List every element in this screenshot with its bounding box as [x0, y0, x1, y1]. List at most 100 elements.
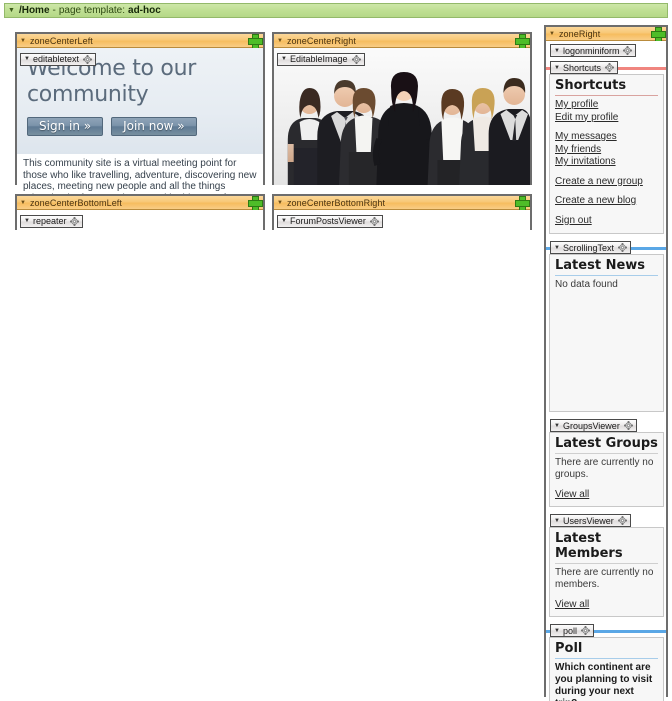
widget-chip-scrollingtext[interactable]: ▼ ScrollingText: [550, 241, 631, 254]
page-root: ▼ /Home - page template: ad-hoc ▼ zoneCe…: [0, 0, 672, 701]
chevron-down-icon[interactable]: ▼: [554, 65, 560, 71]
add-widget-icon[interactable]: [515, 34, 530, 49]
chevron-down-icon[interactable]: ▼: [277, 200, 283, 206]
users-empty-text: There are currently no members.: [555, 567, 654, 590]
widget-chip-label: poll: [562, 625, 577, 636]
widget-logonminiform[interactable]: ▼ logonminiform: [546, 43, 666, 60]
zone-center-left-header[interactable]: ▼ zoneCenterLeft: [17, 34, 263, 49]
gear-icon[interactable]: [617, 243, 627, 252]
page-template-name: ad-hoc: [128, 5, 161, 16]
chevron-down-icon[interactable]: ▼: [554, 628, 560, 634]
gear-icon[interactable]: [351, 54, 361, 64]
breadcrumb-path[interactable]: /Home: [19, 5, 50, 16]
users-view-all-link[interactable]: View all: [555, 599, 589, 610]
zone-center-bottom-left-header[interactable]: ▼ zoneCenterBottomLeft: [17, 196, 263, 211]
shortcuts-heading: Shortcuts: [555, 78, 658, 96]
chevron-down-icon[interactable]: ▼: [554, 245, 560, 251]
add-widget-icon[interactable]: [248, 34, 263, 49]
chevron-down-icon[interactable]: ▼: [549, 31, 555, 37]
widget-chip-editabletext[interactable]: ▼ editabletext: [20, 52, 96, 66]
add-widget-icon[interactable]: [248, 196, 263, 211]
widget-chip-forumpostsviewer[interactable]: ▼ ForumPostsViewer: [277, 214, 383, 228]
editableimage-widget-chip-wrap: ▼ EditableImage: [277, 51, 365, 66]
zone-right[interactable]: ▼ zoneRight ▼ logonminiform ▼ Shortcuts …: [544, 25, 668, 701]
widget-chip-logonminiform[interactable]: ▼ logonminiform: [550, 44, 637, 57]
shortcuts-panel: Shortcuts My profile Edit my profile My …: [549, 74, 664, 234]
chevron-down-icon[interactable]: ▼: [554, 423, 560, 429]
widget-chip-label: editabletext: [32, 54, 79, 64]
zone-center-bottom-right[interactable]: ▼ zoneCenterBottomRight ▼ ForumPostsView…: [272, 194, 532, 230]
welcome-buttons: Sign in » Join now »: [17, 108, 263, 136]
users-panel: Latest Members There are currently no me…: [549, 527, 664, 617]
widget-chip-shortcuts[interactable]: ▼ Shortcuts: [550, 61, 618, 74]
chevron-down-icon[interactable]: ▼: [24, 56, 30, 62]
widget-groupsviewer[interactable]: ▼ GroupsViewer Latest Groups There are c…: [546, 418, 666, 507]
zone-center-bottom-right-body: ▼ ForumPostsViewer: [274, 210, 530, 230]
chevron-down-icon[interactable]: ▼: [281, 56, 287, 62]
breadcrumb-bar[interactable]: ▼ /Home - page template: ad-hoc: [4, 3, 668, 18]
zone-right-body: ▼ logonminiform ▼ Shortcuts Shortcuts My…: [546, 41, 666, 701]
widget-chip-label: ForumPostsViewer: [289, 216, 366, 226]
page-template-label: page template:: [58, 5, 126, 16]
link-my-messages[interactable]: My messages: [555, 131, 658, 144]
widget-chip-label: EditableImage: [289, 54, 348, 64]
chevron-down-icon[interactable]: ▼: [24, 218, 30, 224]
join-now-button[interactable]: Join now »: [111, 116, 197, 136]
gear-icon[interactable]: [604, 63, 614, 72]
widget-chip-usersviewer[interactable]: ▼ UsersViewer: [550, 514, 631, 527]
widget-chip-label: Shortcuts: [562, 62, 601, 73]
add-widget-icon[interactable]: [515, 196, 530, 211]
chevron-down-icon[interactable]: ▼: [554, 518, 560, 524]
gear-icon[interactable]: [369, 216, 379, 226]
zone-center-bottom-right-header[interactable]: ▼ zoneCenterBottomRight: [274, 196, 530, 211]
link-my-profile[interactable]: My profile: [555, 99, 658, 112]
poll-question: Which continent are you planning to visi…: [555, 662, 653, 701]
zone-center-left[interactable]: ▼ zoneCenterLeft Welcome to our communit…: [15, 32, 265, 215]
zone-center-bottom-left[interactable]: ▼ zoneCenterBottomLeft ▼ repeater: [15, 194, 265, 230]
gear-icon[interactable]: [623, 421, 633, 430]
widget-chip-groupsviewer[interactable]: ▼ GroupsViewer: [550, 419, 637, 432]
editable-image-photo: [274, 48, 530, 185]
widget-chip-repeater[interactable]: ▼ repeater: [20, 214, 84, 228]
gear-icon[interactable]: [623, 46, 633, 55]
latest-news-heading: Latest News: [555, 258, 658, 276]
gear-icon[interactable]: [617, 516, 627, 525]
zone-center-right[interactable]: ▼ zoneCenterRight ▼ EditableImage: [272, 32, 532, 185]
widget-chip-label: UsersViewer: [562, 515, 614, 526]
link-sign-out[interactable]: Sign out: [555, 215, 658, 228]
link-create-a-new-group[interactable]: Create a new group: [555, 176, 658, 189]
widget-chip-poll[interactable]: ▼ poll: [550, 624, 594, 637]
link-create-a-new-blog[interactable]: Create a new blog: [555, 195, 658, 208]
link-my-invitations[interactable]: My invitations: [555, 156, 658, 169]
breadcrumb-separator: -: [52, 5, 56, 16]
add-widget-icon[interactable]: [651, 27, 666, 42]
gear-icon[interactable]: [83, 54, 92, 64]
widget-usersviewer[interactable]: ▼ UsersViewer Latest Members There are c…: [546, 513, 666, 617]
widget-chip-editableimage[interactable]: ▼ EditableImage: [277, 52, 365, 66]
widget-scrollingtext[interactable]: ▼ ScrollingText Latest News No data foun…: [546, 240, 666, 412]
zone-right-header[interactable]: ▼ zoneRight: [546, 27, 666, 42]
chevron-down-icon[interactable]: ▼: [277, 38, 283, 44]
sign-in-button[interactable]: Sign in »: [27, 116, 104, 136]
scrollingtext-panel: Latest News No data found: [549, 254, 664, 412]
gear-icon[interactable]: [70, 216, 80, 226]
chevron-down-icon[interactable]: ▼: [20, 200, 26, 206]
widget-poll[interactable]: ▼ poll Poll Which continent are you plan…: [546, 623, 666, 701]
widget-chip-label: GroupsViewer: [562, 420, 620, 431]
gear-icon[interactable]: [580, 626, 590, 635]
zone-right-title: zoneRight: [558, 28, 601, 39]
link-edit-my-profile[interactable]: Edit my profile: [555, 112, 658, 125]
chevron-down-icon[interactable]: ▼: [20, 38, 26, 44]
latest-news-empty-text: No data found: [555, 279, 618, 290]
chevron-down-icon[interactable]: ▼: [281, 218, 287, 224]
groups-view-all-link[interactable]: View all: [555, 489, 589, 500]
zone-center-right-header[interactable]: ▼ zoneCenterRight: [274, 34, 530, 49]
chevron-down-icon[interactable]: ▼: [8, 7, 15, 14]
link-my-friends[interactable]: My friends: [555, 144, 658, 157]
zone-center-right-title: zoneCenterRight: [286, 35, 356, 46]
widget-chip-label: logonminiform: [562, 45, 620, 56]
widget-shortcuts[interactable]: ▼ Shortcuts Shortcuts My profile Edit my…: [546, 60, 666, 234]
widget-chip-label: ScrollingText: [562, 242, 614, 253]
chevron-down-icon[interactable]: ▼: [554, 48, 560, 54]
poll-panel: Poll Which continent are you planning to…: [549, 637, 664, 701]
